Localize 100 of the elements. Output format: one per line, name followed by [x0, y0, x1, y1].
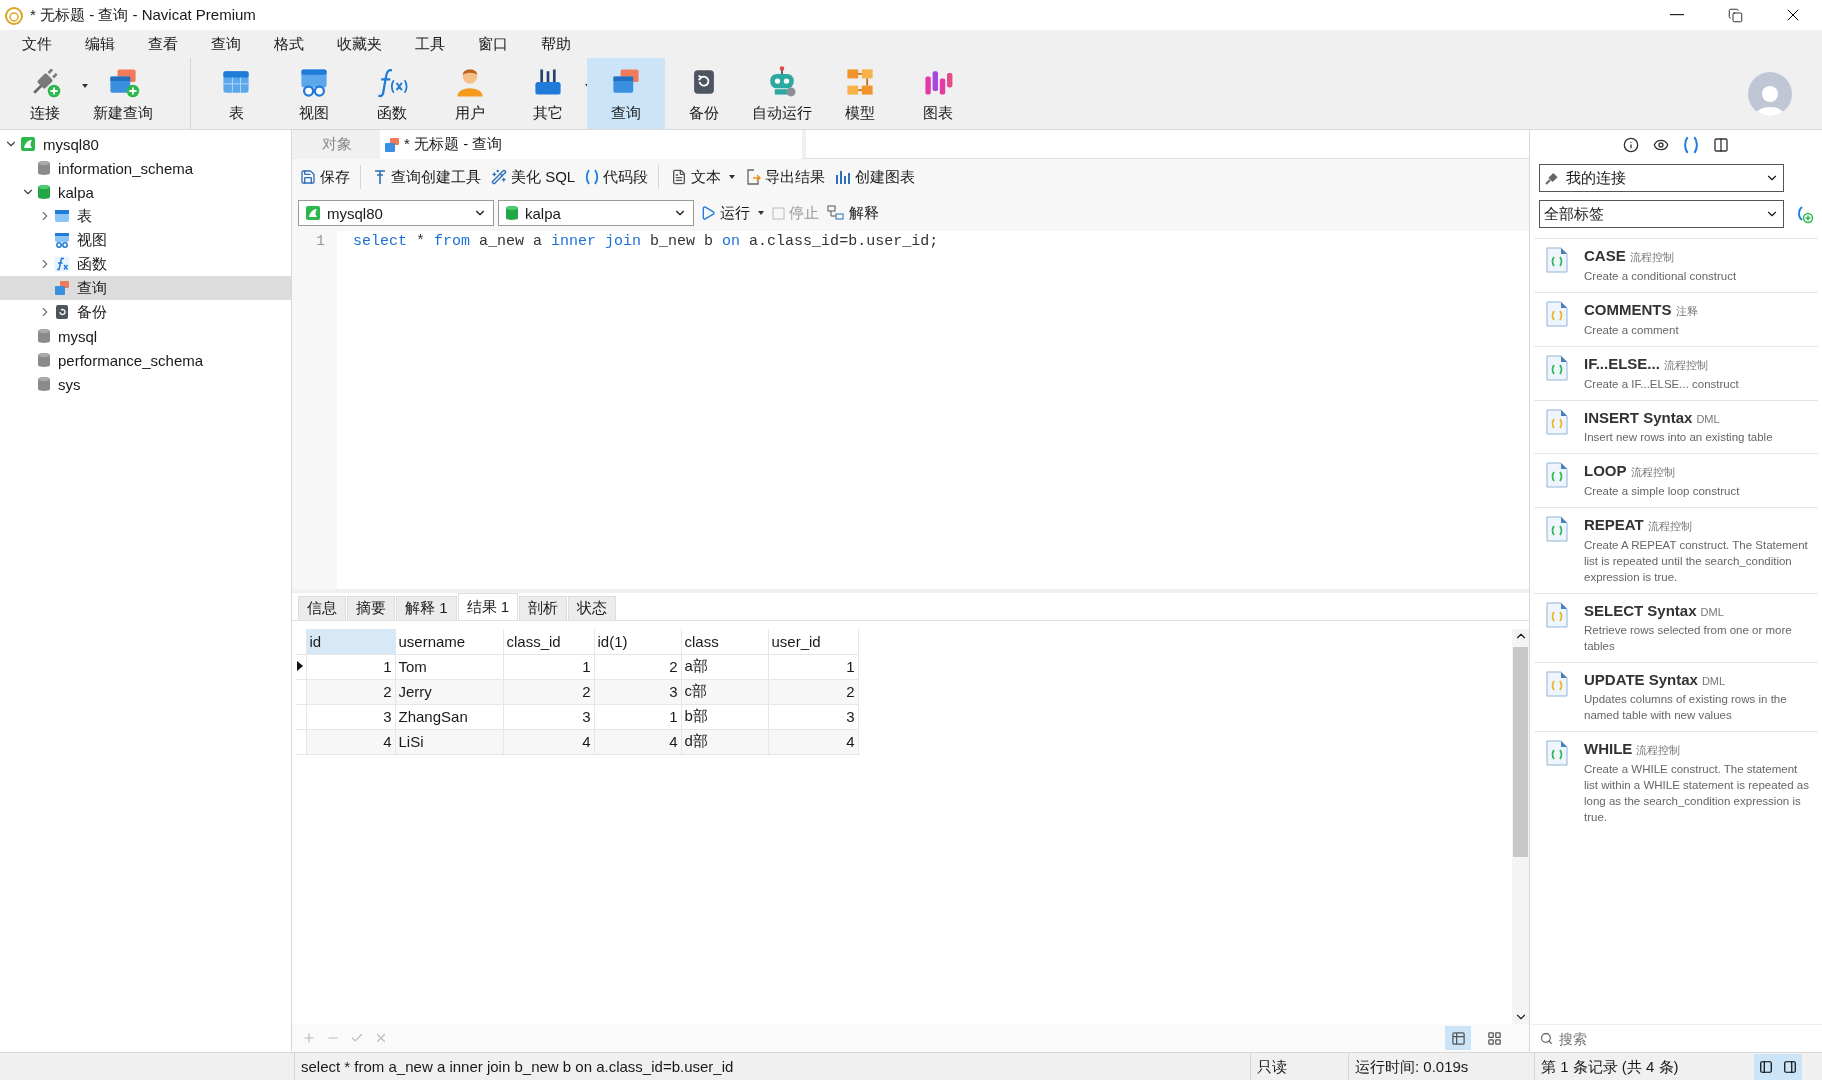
- side-panel-tab[interactable]: [1711, 135, 1731, 155]
- column-header[interactable]: user_id: [768, 629, 858, 654]
- tree-item[interactable]: mysql: [0, 324, 291, 348]
- menu-item[interactable]: 文件: [6, 34, 69, 54]
- tree-item[interactable]: 备份: [0, 300, 291, 324]
- tree-item-label: 查询: [77, 278, 107, 298]
- snippet-description: Create a comment: [1584, 323, 1680, 338]
- editor-tool-button[interactable]: 文本: [669, 167, 738, 187]
- tree-item[interactable]: 视图: [0, 228, 291, 252]
- tree-item-label: sys: [58, 375, 81, 393]
- snippet-item[interactable]: COMMENTS 注释 Create a comment: [1534, 292, 1818, 346]
- run-control-button[interactable]: 运行: [698, 203, 766, 223]
- tree-item[interactable]: performance_schema: [0, 348, 291, 372]
- table-glasses-icon: [54, 232, 70, 248]
- result-tab[interactable]: 信息: [298, 596, 346, 620]
- tag-select[interactable]: 全部标签: [1539, 200, 1784, 228]
- result-tab[interactable]: 状态: [568, 596, 617, 620]
- search-icon: [1540, 1032, 1553, 1045]
- result-tab[interactable]: 剖析: [519, 596, 568, 620]
- toolbar-button[interactable]: 模型: [821, 58, 899, 129]
- snippet-file-icon: [1546, 247, 1568, 273]
- column-header[interactable]: id: [306, 629, 395, 654]
- table-cell: Tom: [395, 654, 503, 679]
- snippet-item[interactable]: UPDATE Syntax DML Updates columns of existing rows in the named table with new values: [1534, 662, 1818, 731]
- editor-tool-button[interactable]: 代码段: [583, 167, 651, 187]
- editor-tool-button[interactable]: 保存: [298, 167, 352, 187]
- connection-select[interactable]: 我的连接: [1539, 164, 1784, 192]
- snippet-tag: DML: [1700, 606, 1724, 618]
- snippet-item[interactable]: WHILE 流程控制 Create a WHILE construct. The statement list within a WHILE statement is repeated as long as the search_condition expression is true.: [1534, 731, 1818, 833]
- tree-item[interactable]: mysql80: [0, 132, 291, 156]
- toolbar-button[interactable]: 视图: [275, 58, 353, 129]
- dropdown-caret-icon[interactable]: [82, 84, 88, 88]
- tree-item[interactable]: 函数: [0, 252, 291, 276]
- toolbar-button[interactable]: 函数: [353, 58, 431, 129]
- menu-item[interactable]: 格式: [258, 34, 321, 54]
- view-mode-button[interactable]: [1445, 1026, 1471, 1050]
- toolbar-button[interactable]: 备份: [665, 58, 743, 129]
- info-icon: [1623, 137, 1639, 153]
- snippet-item[interactable]: SELECT Syntax DML Retrieve rows selected from one or more tables: [1534, 593, 1818, 662]
- editor-tool-button[interactable]: 创建图表: [833, 167, 918, 187]
- connection-select[interactable]: mysql80: [298, 200, 494, 226]
- side-panel-tab[interactable]: [1621, 135, 1641, 155]
- toolbar-button[interactable]: 连接: [6, 58, 84, 129]
- snippet-title: COMMENTS: [1584, 301, 1672, 318]
- row-marker[interactable]: [296, 729, 306, 754]
- table-cell: 2: [503, 679, 594, 704]
- toolbar-button[interactable]: 用户: [431, 58, 509, 129]
- minimize-icon: [1670, 14, 1684, 16]
- tree-item[interactable]: 查询: [0, 276, 291, 300]
- tree-item[interactable]: kalpa: [0, 180, 291, 204]
- tree-item[interactable]: information_schema: [0, 156, 291, 180]
- result-tab[interactable]: 结果 1: [457, 593, 519, 620]
- plug-icon: [1544, 170, 1560, 186]
- menu-item[interactable]: 工具: [399, 34, 462, 54]
- scrollbar[interactable]: [1512, 629, 1529, 1024]
- snippet-file-icon: [1546, 740, 1568, 766]
- editor-tool-button[interactable]: 导出结果: [743, 167, 828, 187]
- editor-tab[interactable]: * 无标题 - 查询: [380, 130, 803, 159]
- snippet-item[interactable]: REPEAT 流程控制 Create A REPEAT construct. The Statement list is repeated until the search_condition expression is true.: [1534, 507, 1818, 593]
- menu-item[interactable]: 查看: [132, 34, 195, 54]
- editor-tool-button[interactable]: 查询创建工具: [371, 167, 483, 187]
- tree-item[interactable]: sys: [0, 372, 291, 396]
- snippet-item[interactable]: CASE 流程控制 Create a conditional construct: [1534, 238, 1818, 292]
- toolbar-button[interactable]: 自动运行: [743, 58, 821, 129]
- column-header[interactable]: class: [681, 629, 768, 654]
- menu-item[interactable]: 编辑: [69, 34, 132, 54]
- toolbar-button[interactable]: 新建查询: [84, 58, 162, 129]
- column-header[interactable]: class_id: [503, 629, 594, 654]
- toolbar-button[interactable]: 图表: [899, 58, 977, 129]
- search-field[interactable]: 搜索: [1557, 1029, 1757, 1048]
- toolbar-button[interactable]: 表: [197, 58, 275, 129]
- menu-item[interactable]: 窗口: [462, 34, 525, 54]
- column-header[interactable]: username: [395, 629, 503, 654]
- menu-item[interactable]: 查询: [195, 34, 258, 54]
- run-control-button[interactable]: 解释: [825, 203, 881, 223]
- snippet-item[interactable]: INSERT Syntax DML Insert new rows into an existing table: [1534, 400, 1818, 453]
- row-marker[interactable]: [296, 654, 306, 679]
- row-marker[interactable]: [296, 704, 306, 729]
- menu-item[interactable]: 帮助: [525, 34, 588, 54]
- result-tab[interactable]: 解释 1: [396, 596, 457, 620]
- row-marker[interactable]: [296, 679, 306, 704]
- editor-tool-button[interactable]: 美化 SQL: [489, 167, 578, 187]
- panel-toggle-button[interactable]: [1778, 1053, 1802, 1080]
- panel-toggle-button[interactable]: [1754, 1053, 1778, 1080]
- check-icon[interactable]: [350, 1031, 364, 1045]
- snippet-file-icon: [1546, 516, 1568, 542]
- column-header[interactable]: id(1): [594, 629, 681, 654]
- snippet-item[interactable]: LOOP 流程控制 Create a simple loop construct: [1534, 453, 1818, 507]
- database-select[interactable]: kalpa: [498, 200, 694, 226]
- snippet-description: Insert new rows into an existing table: [1584, 430, 1773, 445]
- snippet-tag: 流程控制: [1663, 358, 1708, 373]
- table-cell: ZhangSan: [395, 704, 503, 729]
- app-logo-icon: [4, 5, 24, 25]
- table-cell: 2: [594, 654, 681, 679]
- snippet-tag: DML: [1696, 413, 1720, 425]
- snippet-item[interactable]: IF...ELSE... 流程控制 Create a IF...ELSE... construct: [1534, 346, 1818, 400]
- toolbar-button[interactable]: 查询: [587, 58, 665, 129]
- menu-item[interactable]: 收藏夹: [321, 34, 399, 54]
- result-tab[interactable]: 摘要: [347, 596, 395, 620]
- tree-item[interactable]: 表: [0, 204, 291, 228]
